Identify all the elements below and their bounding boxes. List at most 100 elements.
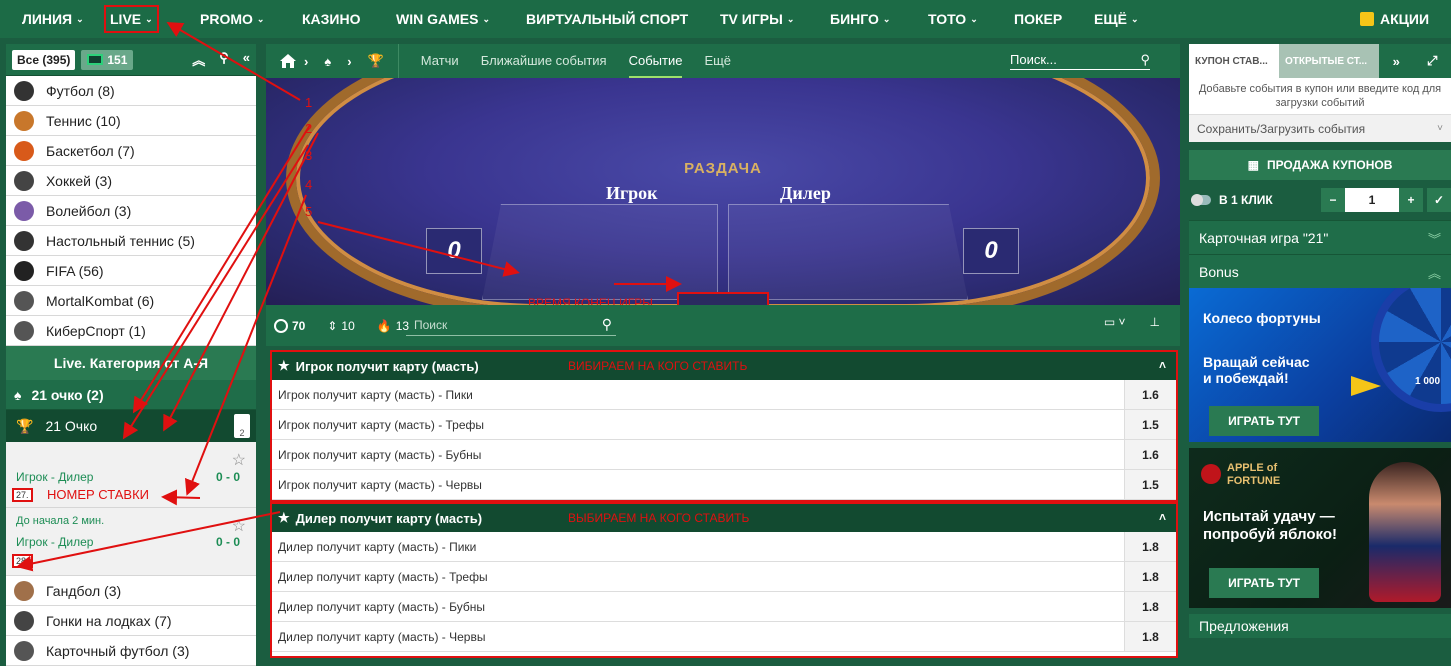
sub-21-ochko-league[interactable]: 🏆 21 Очко 2	[6, 410, 256, 442]
chevron-up-icon: ︽	[1427, 266, 1441, 281]
collapse-icon[interactable]: «	[243, 50, 250, 69]
search-icon[interactable]: ⚲	[219, 50, 229, 69]
tab-3[interactable]: Событие	[628, 45, 683, 78]
expand-icon[interactable]: ⤢	[1427, 53, 1437, 69]
nav-item-3[interactable]: PROMO ⌄	[200, 0, 264, 38]
trophy-icon[interactable]: 🏆	[368, 53, 384, 69]
star-icon[interactable]: ☆	[232, 450, 246, 470]
market-header[interactable]: ★ Дилер получит карту (масть) ВЫБИРАЕМ НА …	[272, 504, 1176, 532]
tab-coupon[interactable]: КУПОН СТАВ...	[1189, 44, 1279, 78]
sport-item[interactable]: КиберСпорт (1)	[6, 316, 256, 346]
sport-item[interactable]: MortalKombat (6)	[6, 286, 256, 316]
layout-icon[interactable]: ▭ ˅	[1104, 315, 1126, 329]
promotions-button[interactable]: АКЦИИ	[1360, 0, 1429, 38]
event-item[interactable]: ☆ Игрок - Дилер 0 - 0 27. НОМЕР СТАВКИ	[6, 442, 256, 508]
spades-icon[interactable]: ♠	[324, 54, 331, 69]
sport-icon	[14, 580, 34, 601]
market-row[interactable]: Игрок получит карту (масть) - Бубны 1.6	[272, 440, 1176, 470]
tab-open-bets[interactable]: ОТКРЫТЫЕ СТ...	[1279, 44, 1379, 78]
save-load-select[interactable]: Сохранить/Загрузить события ˅	[1189, 114, 1451, 142]
stat-all[interactable]: 70	[274, 318, 305, 333]
event-item[interactable]: ☆ До начала 2 мин. Игрок - Дилер 0 - 0 2…	[6, 508, 256, 576]
category-header[interactable]: Live. Категория от А-Я	[6, 346, 256, 380]
one-click-toggle[interactable]	[1191, 194, 1211, 206]
nav-item-5[interactable]: WIN GAMES ⌄	[396, 0, 490, 38]
chevron-up-icon[interactable]: ˄	[1159, 358, 1166, 372]
tab-4[interactable]: Ещё	[704, 45, 731, 78]
chevron-right-icon[interactable]: »	[1393, 54, 1400, 69]
right-sidebar: КУПОН СТАВ... ОТКРЫТЫЕ СТ... » ⤢ Добавьте…	[1189, 44, 1451, 661]
sell-coupons-button[interactable]: ▦ ПРОДАЖА КУПОНОВ	[1189, 150, 1451, 180]
sport-item[interactable]: Хоккей (3)	[6, 166, 256, 196]
stake-input[interactable]: 1	[1345, 188, 1399, 212]
chevron-down-icon: ︾	[1427, 232, 1441, 247]
sport-item[interactable]: Волейбол (3)	[6, 196, 256, 226]
sport-item[interactable]: Гонки на лодках (7)	[6, 606, 256, 636]
star-icon[interactable]: ☆	[232, 516, 246, 536]
accordion-bonus[interactable]: Bonus ︽	[1189, 254, 1451, 288]
market-header[interactable]: ★ Игрок получит карту (масть) ВИБИРАЕМ НА …	[272, 352, 1176, 380]
play-button[interactable]: ИГРАТЬ ТУТ	[1209, 406, 1319, 436]
chevrons-up-icon[interactable]: ︽	[192, 50, 205, 69]
search-input[interactable]: Поиск... ⚲	[1010, 52, 1150, 70]
nav-item-4[interactable]: КАЗИНО	[302, 0, 361, 38]
dealer-score: 0	[963, 228, 1019, 274]
market-search-input[interactable]: Поиск ⚲	[406, 314, 616, 336]
nav-item-2[interactable]: LIVE ⌄	[104, 5, 159, 33]
nav-item-11[interactable]: ЕЩЁ ⌄	[1094, 0, 1139, 38]
banner-apple[interactable]: APPLE of FORTUNE Испытай удачу — попробу…	[1189, 448, 1451, 614]
odds-button[interactable]: 1.5	[1124, 470, 1176, 499]
market-row[interactable]: Игрок получит карту (масть) - Червы 1.5	[272, 470, 1176, 500]
chevron-up-icon[interactable]: ˄	[1159, 510, 1166, 524]
odds-button[interactable]: 1.5	[1124, 410, 1176, 439]
stat-sort[interactable]: ⇕ 10	[327, 319, 354, 333]
chevron-down-icon: ⌄	[145, 13, 153, 24]
nav-item-7[interactable]: TV ИГРЫ ⌄	[720, 0, 794, 38]
odds-button[interactable]: 1.8	[1124, 532, 1176, 561]
banner-wheel[interactable]: 1 000 Колесо фортуны Вращай сейчас и поб…	[1189, 288, 1451, 448]
tab-1[interactable]: Матчи	[421, 45, 459, 78]
filter-live-video[interactable]: 151	[81, 49, 134, 70]
nav-item-1[interactable]: ЛИНИЯ ⌄	[22, 0, 84, 38]
sport-item[interactable]: Баскетбол (7)	[6, 136, 256, 166]
sport-item[interactable]: Карточный футбол (3)	[6, 636, 256, 666]
plus-button[interactable]: +	[1399, 188, 1423, 212]
nav-item-8[interactable]: БИНГО ⌄	[830, 0, 890, 38]
sport-item[interactable]: Футбол (8)	[6, 76, 256, 106]
market-row[interactable]: Игрок получит карту (масть) - Трефы 1.5	[272, 410, 1176, 440]
odds-button[interactable]: 1.6	[1124, 440, 1176, 469]
market-row[interactable]: Дилер получит карту (масть) - Пики 1.8	[272, 532, 1176, 562]
tab-2[interactable]: Ближайшие события	[481, 45, 607, 78]
sport-item[interactable]: FIFA (56)	[6, 256, 256, 286]
chevron-down-icon: ˅	[1437, 123, 1443, 134]
sport-icon	[14, 230, 34, 251]
nav-item-10[interactable]: ПОКЕР	[1014, 0, 1062, 38]
minus-button[interactable]: −	[1321, 188, 1345, 212]
confirm-button[interactable]: ✓	[1427, 188, 1451, 212]
chevron-down-icon: ⌄	[786, 13, 795, 24]
market-row[interactable]: Дилер получит карту (масть) - Бубны 1.8	[272, 592, 1176, 622]
sport-item[interactable]: Теннис (10)	[6, 106, 256, 136]
filter-all[interactable]: Все (395)	[12, 49, 76, 70]
market-row[interactable]: Дилер получит карту (масть) - Червы 1.8	[272, 622, 1176, 652]
market-row[interactable]: Игрок получит карту (масть) - Пики 1.6	[272, 380, 1176, 410]
pin-icon[interactable]: ⊥	[1150, 315, 1160, 329]
odds-button[interactable]: 1.8	[1124, 562, 1176, 591]
stat-hot[interactable]: 🔥 13	[377, 319, 409, 333]
play-button[interactable]: ИГРАТЬ ТУТ	[1209, 568, 1319, 598]
market-group: ★ Игрок получит карту (масть) ВИБИРАЕМ НА …	[270, 350, 1178, 502]
odds-button[interactable]: 1.8	[1124, 622, 1176, 651]
sport-item[interactable]: Настольный теннис (5)	[6, 226, 256, 256]
offers-header[interactable]: Предложения	[1189, 614, 1451, 638]
star-icon[interactable]: ★	[278, 358, 290, 374]
nav-item-9[interactable]: ТОТО ⌄	[928, 0, 978, 38]
sport-item[interactable]: Гандбол (3)	[6, 576, 256, 606]
market-row[interactable]: Дилер получит карту (масть) - Трефы 1.8	[272, 562, 1176, 592]
home-icon[interactable]	[280, 54, 296, 68]
accordion-card-game[interactable]: Карточная игра "21" ︾	[1189, 220, 1451, 254]
star-icon[interactable]: ★	[278, 510, 290, 526]
odds-button[interactable]: 1.8	[1124, 592, 1176, 621]
nav-item-6[interactable]: ВИРТУАЛЬНЫЙ СПОРТ	[526, 0, 688, 38]
sub-21-ochko[interactable]: ♠ 21 очко (2)	[6, 380, 256, 410]
odds-button[interactable]: 1.6	[1124, 380, 1176, 409]
